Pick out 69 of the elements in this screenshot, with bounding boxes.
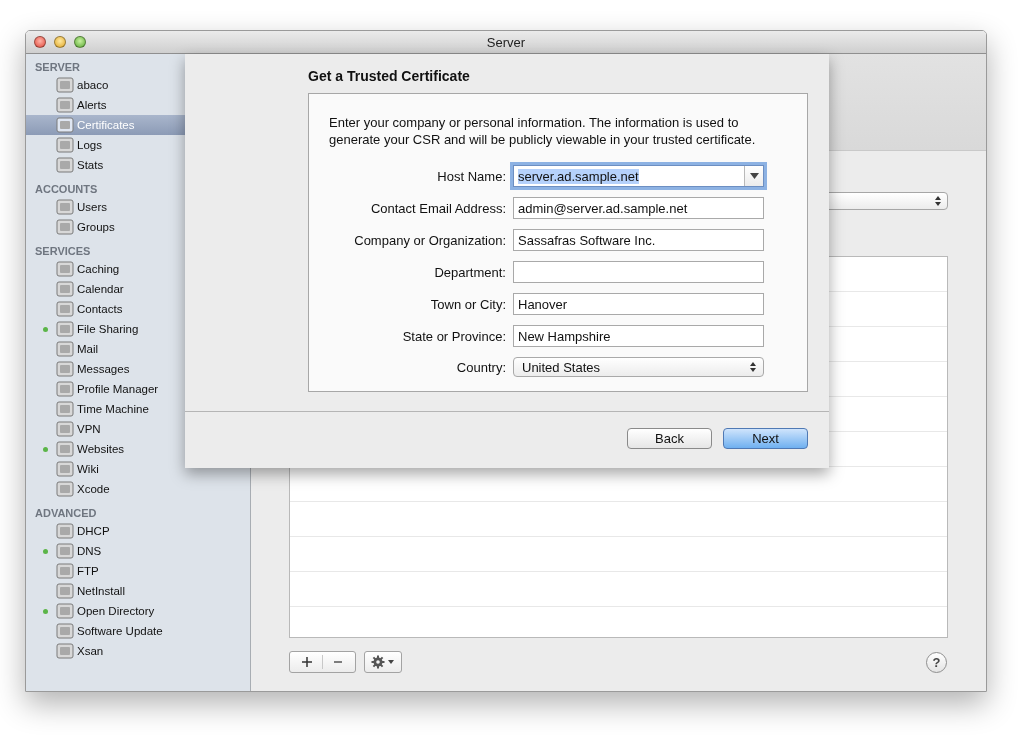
input-field[interactable] xyxy=(513,261,764,283)
tile-icon xyxy=(56,261,74,277)
settings-icon xyxy=(371,655,395,669)
tile-icon xyxy=(56,603,74,619)
tile-icon xyxy=(56,563,74,579)
tile-icon xyxy=(56,117,74,133)
input-field[interactable]: Sassafras Software Inc. xyxy=(513,229,764,251)
close-button[interactable] xyxy=(34,36,46,48)
stepper-arrows-icon xyxy=(934,195,942,207)
input-field[interactable]: Hanover xyxy=(513,293,764,315)
sidebar-item[interactable]: Software Update xyxy=(26,621,250,641)
tile-icon xyxy=(56,321,74,337)
sidebar-item[interactable]: DNS xyxy=(26,541,250,561)
field-label: Country: xyxy=(455,359,506,375)
stepper-arrows-icon xyxy=(749,361,757,373)
tile-icon xyxy=(56,219,74,235)
field-label: State or Province: xyxy=(401,328,506,344)
minimize-button[interactable] xyxy=(54,36,66,48)
tile-icon xyxy=(56,441,74,457)
tile-icon xyxy=(56,341,74,357)
tile-icon xyxy=(56,381,74,397)
field-label: Host Name: xyxy=(436,168,506,184)
dropdown-arrow-icon[interactable] xyxy=(749,173,759,179)
tile-icon xyxy=(56,543,74,559)
field-label: Department: xyxy=(433,264,506,280)
combo-box[interactable]: server.ad.sample.net xyxy=(513,165,764,187)
help-button[interactable]: ? xyxy=(926,651,947,673)
tile-icon xyxy=(56,137,74,153)
section-heading: ADVANCED xyxy=(34,506,98,521)
window-title: Server xyxy=(485,34,527,50)
tile-icon xyxy=(56,401,74,417)
push-button[interactable]: Back xyxy=(627,428,712,449)
tile-icon xyxy=(56,583,74,599)
sidebar-item[interactable]: Xcode xyxy=(26,479,250,499)
tile-icon xyxy=(56,199,74,215)
sidebar-item[interactable]: FTP xyxy=(26,561,250,581)
field-label: Contact Email Address: xyxy=(369,200,506,216)
tile-icon xyxy=(56,523,74,539)
tile-icon xyxy=(56,157,74,173)
tile-icon xyxy=(56,361,74,377)
add-icon[interactable] xyxy=(300,655,314,669)
tile-icon xyxy=(56,77,74,93)
sheet-title: Get a Trusted Certificate xyxy=(307,67,471,86)
tile-icon xyxy=(56,301,74,317)
tile-icon xyxy=(56,461,74,477)
popup-button[interactable]: United States xyxy=(513,357,764,377)
sidebar-item[interactable]: Open Directory xyxy=(26,601,250,621)
default-button[interactable]: Next xyxy=(723,428,808,449)
tile-icon xyxy=(56,623,74,639)
input-field[interactable]: admin@server.ad.sample.net xyxy=(513,197,764,219)
section-heading: SERVER xyxy=(34,60,82,75)
action-menu-button[interactable] xyxy=(364,651,402,673)
sidebar-item[interactable]: Wiki xyxy=(26,459,250,479)
field-label: Company or Organization: xyxy=(353,232,506,248)
section-heading: SERVICES xyxy=(34,244,92,259)
zoom-button[interactable] xyxy=(74,36,86,48)
section-heading: ACCOUNTS xyxy=(34,182,99,197)
tile-icon xyxy=(56,97,74,113)
tile-icon xyxy=(56,281,74,297)
sidebar-item[interactable]: Xsan xyxy=(26,641,250,661)
tile-icon xyxy=(56,421,74,437)
sidebar-item[interactable]: DHCP xyxy=(26,521,250,541)
sidebar-item[interactable]: NetInstall xyxy=(26,581,250,601)
add-remove-control[interactable] xyxy=(289,651,356,673)
field-label: Town or City: xyxy=(429,296,506,312)
tile-icon xyxy=(56,481,74,497)
description: Enter your company or personal information. The information is used to generate your CSR and will be publicly viewable in your trusted certificate. xyxy=(329,114,757,148)
input-field[interactable]: New Hampshire xyxy=(513,325,764,347)
tile-icon xyxy=(56,643,74,659)
